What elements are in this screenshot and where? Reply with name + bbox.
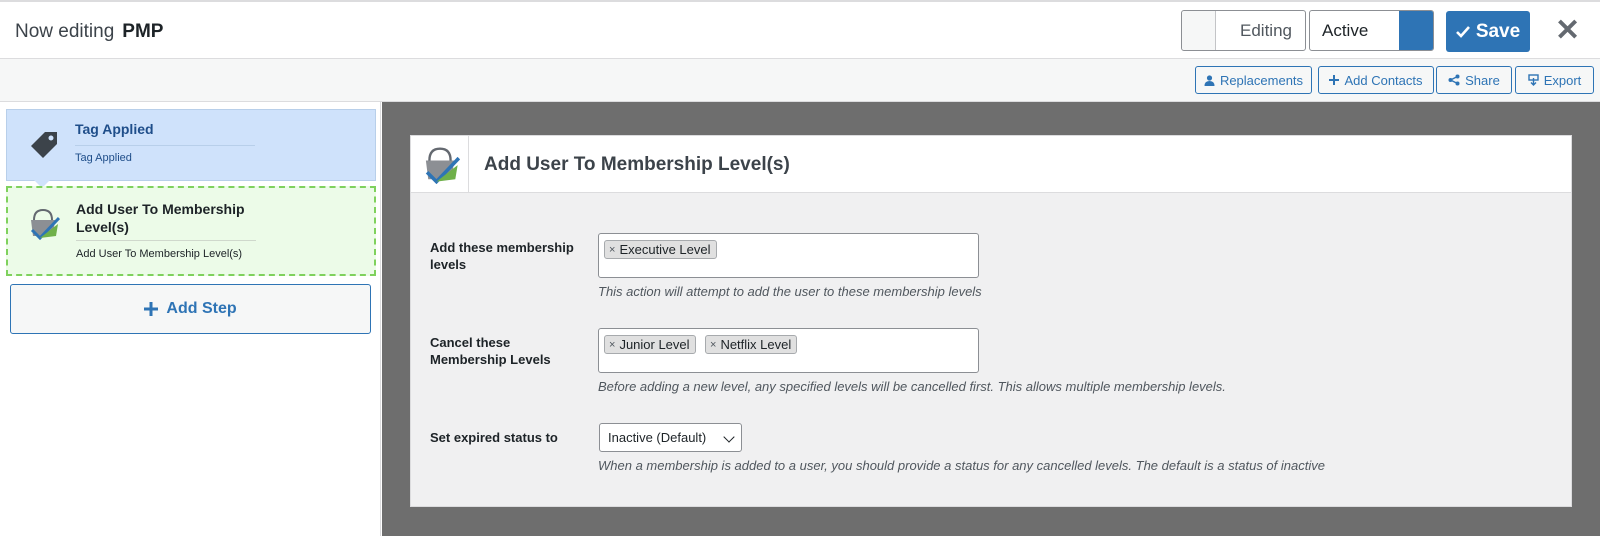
editing-prefix: Now editing (15, 21, 115, 42)
expired-status-label: Set expired status to (430, 430, 558, 445)
add-levels-label: Add these membership levels (430, 240, 574, 272)
close-icon[interactable]: ✕ (1555, 16, 1580, 46)
remove-chip-icon[interactable]: × (710, 339, 716, 351)
plus-icon (1329, 75, 1340, 85)
steps-sidebar: Tag Applied Tag Applied Add User To Memb… (0, 102, 381, 536)
funnel-name: PMP (122, 21, 164, 42)
share-button[interactable]: Share (1436, 66, 1512, 94)
membership-icon (30, 208, 60, 240)
step-divider (76, 240, 256, 241)
add-contacts-label: Add Contacts (1344, 72, 1423, 88)
secondary-toolbar: Replacements Add Contacts Share Export (0, 59, 1600, 102)
export-icon (1528, 74, 1539, 86)
checkmark-icon (1455, 25, 1470, 38)
editing-toggle[interactable]: Editing (1181, 10, 1306, 51)
step-subtitle: Tag Applied (75, 152, 132, 164)
remove-chip-icon[interactable]: × (609, 339, 615, 351)
membership-logo (411, 136, 469, 192)
replacements-button[interactable]: Replacements (1195, 66, 1312, 94)
step-settings-card: Add User To Membership Level(s) Add thes… (410, 135, 1572, 507)
share-icon (1448, 74, 1460, 86)
step-divider (75, 145, 255, 146)
expired-status-select[interactable]: Inactive (Default) (599, 423, 742, 452)
step-editor-area: Add User To Membership Level(s) Add thes… (382, 102, 1600, 536)
export-button[interactable]: Export (1515, 66, 1594, 94)
status-toggle[interactable]: Active (1309, 10, 1434, 51)
step-tag-applied[interactable]: Tag Applied Tag Applied (6, 109, 376, 188)
add-contacts-button[interactable]: Add Contacts (1318, 66, 1434, 94)
level-chip: × Executive Level (604, 240, 717, 259)
cancel-levels-label: Cancel these Membership Levels (430, 335, 551, 367)
step-add-user-membership[interactable]: Add User To Membership Level(s) Add User… (6, 186, 376, 276)
step-subtitle: Add User To Membership Level(s) (76, 248, 243, 260)
status-knob[interactable] (1399, 11, 1433, 50)
export-label: Export (1543, 72, 1582, 88)
plus-icon (144, 302, 159, 316)
card-title: Add User To Membership Level(s) (484, 154, 790, 175)
step-title: Add User To Membership Level(s) (76, 201, 245, 235)
page-title: Now editing PMP (15, 21, 163, 43)
add-step-label: Add Step (166, 300, 237, 317)
share-label: Share (1465, 72, 1500, 88)
editing-toggle-label: Editing (1240, 21, 1292, 40)
chip-label: Netflix Level (720, 337, 792, 352)
person-icon (1204, 74, 1215, 86)
chevron-down-icon (723, 431, 735, 443)
level-chip: × Junior Level (604, 335, 696, 354)
top-header: Now editing PMP Editing Active Save ✕ (0, 0, 1600, 59)
membership-icon (425, 147, 460, 184)
save-label: Save (1475, 20, 1521, 42)
level-chip: × Netflix Level (705, 335, 798, 354)
step-title: Tag Applied (75, 121, 154, 137)
add-levels-help: This action will attempt to add the user… (598, 284, 982, 299)
add-levels-input[interactable]: × Executive Level (598, 233, 979, 278)
add-step-button[interactable]: Add Step (10, 284, 371, 334)
remove-chip-icon[interactable]: × (609, 244, 615, 256)
expired-status-help: When a membership is added to a user, yo… (598, 458, 1325, 473)
expired-status-value: Inactive (Default) (608, 430, 707, 445)
chip-label: Executive Level (619, 242, 711, 257)
card-header: Add User To Membership Level(s) (411, 136, 1571, 193)
save-button[interactable]: Save (1446, 11, 1530, 52)
toggle-knob[interactable] (1182, 11, 1216, 50)
tag-icon (31, 132, 57, 158)
chip-label: Junior Level (619, 337, 690, 352)
cancel-levels-input[interactable]: × Junior Level × Netflix Level (598, 328, 979, 373)
status-label: Active (1322, 21, 1369, 40)
replacements-label: Replacements (1219, 72, 1304, 88)
cancel-levels-help: Before adding a new level, any specified… (598, 379, 1226, 394)
